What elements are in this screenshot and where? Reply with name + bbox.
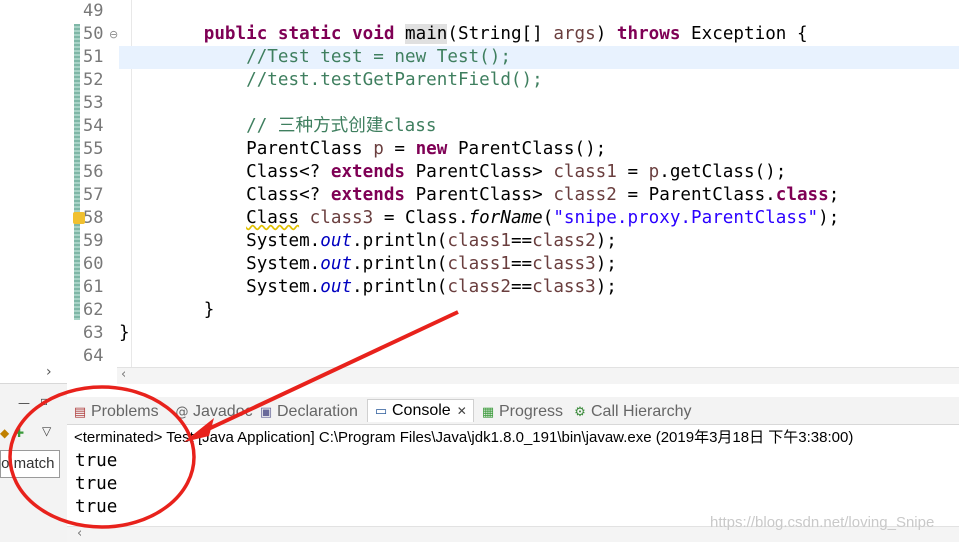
highlight-ellipse (8, 385, 196, 529)
pointer-arrow (201, 310, 459, 434)
red-annotation (8, 310, 459, 529)
